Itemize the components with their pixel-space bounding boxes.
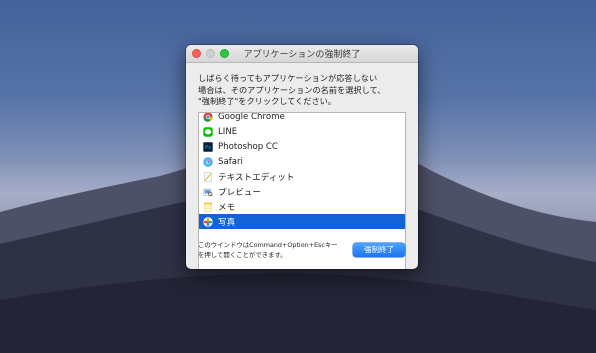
photos-icon	[203, 216, 213, 227]
app-row-photoshop[interactable]: Ps Photoshop CC	[199, 139, 405, 154]
force-quit-dialog: アプリケーションの強制終了 しばらく待ってもアプリケーションが応答しない 場合は…	[186, 45, 418, 269]
app-row-photos[interactable]: 写真	[199, 214, 405, 229]
app-row-safari[interactable]: Safari	[199, 154, 405, 169]
shortcut-hint-line: を押して開くことができます。	[198, 250, 287, 259]
notes-icon	[203, 201, 213, 212]
window-title: アプリケーションの強制終了	[243, 50, 361, 60]
chrome-icon	[203, 113, 213, 122]
instruction-line: "強制終了"をクリックしてください。	[198, 96, 337, 106]
title-bar: アプリケーションの強制終了	[186, 45, 418, 63]
app-row-textedit[interactable]: テキストエディット	[199, 169, 405, 184]
preview-icon	[203, 188, 213, 197]
line-icon	[203, 126, 213, 137]
app-label: LINE	[218, 126, 238, 137]
svg-text:Ps: Ps	[205, 145, 211, 151]
app-label: Safari	[218, 156, 243, 167]
force-quit-button[interactable]: 強制終了	[353, 243, 405, 257]
app-row-line[interactable]: LINE	[199, 124, 405, 139]
app-label: テキストエディット	[218, 172, 295, 183]
instruction-text: しばらく待ってもアプリケーションが応答しない 場合は、そのアプリケーションの名前…	[198, 73, 410, 108]
shortcut-hint: このウインドウはCommand+Option+Escキー を押して開くことができ…	[198, 241, 348, 260]
app-label: プレビュー	[218, 187, 261, 198]
instruction-line: 場合は、そのアプリケーションの名前を選択して、	[198, 84, 386, 95]
app-label: Photoshop CC	[218, 141, 278, 152]
shortcut-hint-line: このウインドウはCommand+Option+Escキー	[198, 241, 338, 249]
app-label: メモ	[218, 202, 236, 213]
photoshop-icon: Ps	[203, 141, 213, 152]
app-row-google-chrome[interactable]: Google Chrome	[199, 112, 405, 124]
app-row-notes[interactable]: メモ	[199, 199, 405, 214]
textedit-icon	[204, 171, 212, 182]
instruction-line: しばらく待ってもアプリケーションが応答しない	[198, 73, 378, 83]
app-label: Google Chrome	[218, 112, 285, 122]
safari-icon	[203, 156, 213, 167]
app-row-preview[interactable]: プレビュー	[199, 184, 405, 199]
app-label: 写真	[218, 217, 236, 228]
